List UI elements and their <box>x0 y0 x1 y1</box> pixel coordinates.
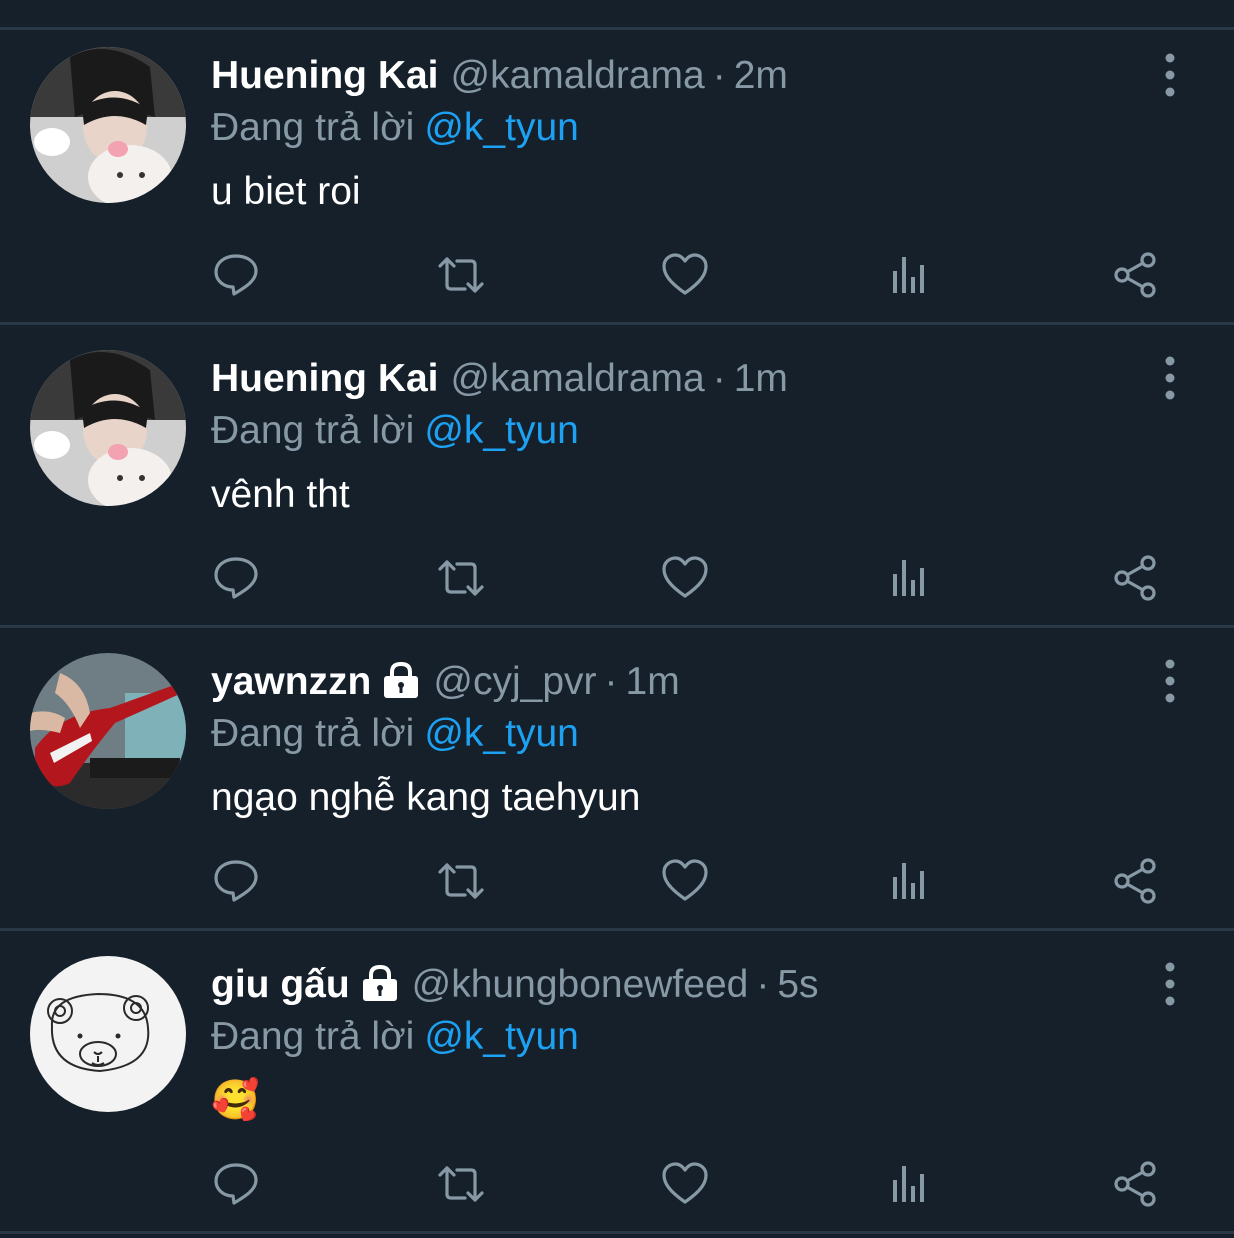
tweet-header: yawnzzn @cyj_pvr · 1m <box>211 657 680 711</box>
reply-mention[interactable]: @k_tyun <box>424 106 579 149</box>
retweet-icon[interactable] <box>437 554 485 602</box>
tweet-2[interactable]: Huening Kai @kamaldrama · 1m Đang trả lời @k… <box>0 332 1234 632</box>
tweet-time[interactable]: 1m <box>734 357 788 400</box>
user-handle[interactable]: @kamaldrama <box>451 54 705 97</box>
tweet-time[interactable]: 5s <box>777 963 818 1006</box>
user-handle[interactable]: @khungbonewfeed <box>412 963 749 1006</box>
tweet-time[interactable]: 1m <box>626 660 680 703</box>
display-name[interactable]: Huening Kai <box>211 54 439 97</box>
tweet-4[interactable]: giu gấu @khungbonewfeed · 5s Đang trả lời @k… <box>0 938 1234 1238</box>
analytics-icon[interactable] <box>886 554 934 602</box>
reply-context: Đang trả lời @k_tyun <box>211 709 579 759</box>
tweet-3[interactable]: yawnzzn @cyj_pvr · 1m Đang trả lời @k_tyun n… <box>0 635 1234 935</box>
reply-icon[interactable] <box>212 251 260 299</box>
tweet-divider <box>0 322 1234 325</box>
avatar[interactable] <box>30 956 186 1112</box>
share-icon[interactable] <box>1111 1160 1159 1208</box>
share-icon[interactable] <box>1111 857 1159 905</box>
separator-dot: · <box>756 963 770 1006</box>
avatar[interactable] <box>30 47 186 203</box>
display-name[interactable]: yawnzzn <box>211 660 371 703</box>
more-vertical-icon[interactable] <box>1158 657 1182 705</box>
lock-icon <box>360 964 400 1014</box>
retweet-icon[interactable] <box>437 251 485 299</box>
user-handle[interactable]: @cyj_pvr <box>433 660 596 703</box>
tweet-header: giu gấu @khungbonewfeed · 5s <box>211 960 819 1014</box>
tweet-1[interactable]: Huening Kai @kamaldrama · 2m Đang trả lời @k… <box>0 29 1234 329</box>
more-vertical-icon[interactable] <box>1158 51 1182 99</box>
reply-context: Đang trả lời @k_tyun <box>211 1012 579 1062</box>
share-icon[interactable] <box>1111 251 1159 299</box>
heart-icon[interactable] <box>661 554 709 602</box>
more-vertical-icon[interactable] <box>1158 354 1182 402</box>
reply-label: Đang trả lời <box>211 409 415 452</box>
tweet-text: vênh tht <box>211 473 350 516</box>
display-name[interactable]: giu gấu <box>211 963 350 1006</box>
tweet-header: Huening Kai @kamaldrama · 1m <box>211 354 788 404</box>
reply-label: Đang trả lời <box>211 106 415 149</box>
retweet-icon[interactable] <box>437 1160 485 1208</box>
reply-icon[interactable] <box>212 1160 260 1208</box>
heart-icon[interactable] <box>661 1160 709 1208</box>
tweet-header: Huening Kai @kamaldrama · 2m <box>211 51 788 101</box>
analytics-icon[interactable] <box>886 857 934 905</box>
avatar[interactable] <box>30 350 186 506</box>
heart-icon[interactable] <box>661 251 709 299</box>
reply-icon[interactable] <box>212 554 260 602</box>
tweet-divider <box>0 928 1234 931</box>
reply-label: Đang trả lời <box>211 1015 415 1058</box>
reply-mention[interactable]: @k_tyun <box>424 409 579 452</box>
user-handle[interactable]: @kamaldrama <box>451 357 705 400</box>
reply-icon[interactable] <box>212 857 260 905</box>
retweet-icon[interactable] <box>437 857 485 905</box>
tweet-time[interactable]: 2m <box>734 54 788 97</box>
reply-context: Đang trả lời @k_tyun <box>211 406 579 456</box>
separator-dot: · <box>712 54 726 97</box>
more-vertical-icon[interactable] <box>1158 960 1182 1008</box>
lock-icon <box>381 661 421 711</box>
avatar-photo-icon <box>30 47 186 203</box>
reply-context: Đang trả lời @k_tyun <box>211 103 579 153</box>
tweet-text: u biet roi <box>211 170 361 213</box>
avatar[interactable] <box>30 653 186 809</box>
separator-dot: · <box>712 357 726 400</box>
avatar-drawing-icon <box>30 956 186 1112</box>
tweet-divider <box>0 625 1234 628</box>
analytics-icon[interactable] <box>886 1160 934 1208</box>
avatar-photo-icon <box>30 350 186 506</box>
tweet-text: ngạo nghễ kang taehyun <box>211 776 641 819</box>
reply-mention[interactable]: @k_tyun <box>424 1015 579 1058</box>
display-name[interactable]: Huening Kai <box>211 357 439 400</box>
tweet-text: 🥰 <box>211 1079 260 1122</box>
heart-icon[interactable] <box>661 857 709 905</box>
share-icon[interactable] <box>1111 554 1159 602</box>
avatar-photo-icon <box>30 653 186 809</box>
reply-label: Đang trả lời <box>211 712 415 755</box>
analytics-icon[interactable] <box>886 251 934 299</box>
bottom-divider <box>0 1231 1234 1234</box>
separator-dot: · <box>604 660 618 703</box>
reply-mention[interactable]: @k_tyun <box>424 712 579 755</box>
